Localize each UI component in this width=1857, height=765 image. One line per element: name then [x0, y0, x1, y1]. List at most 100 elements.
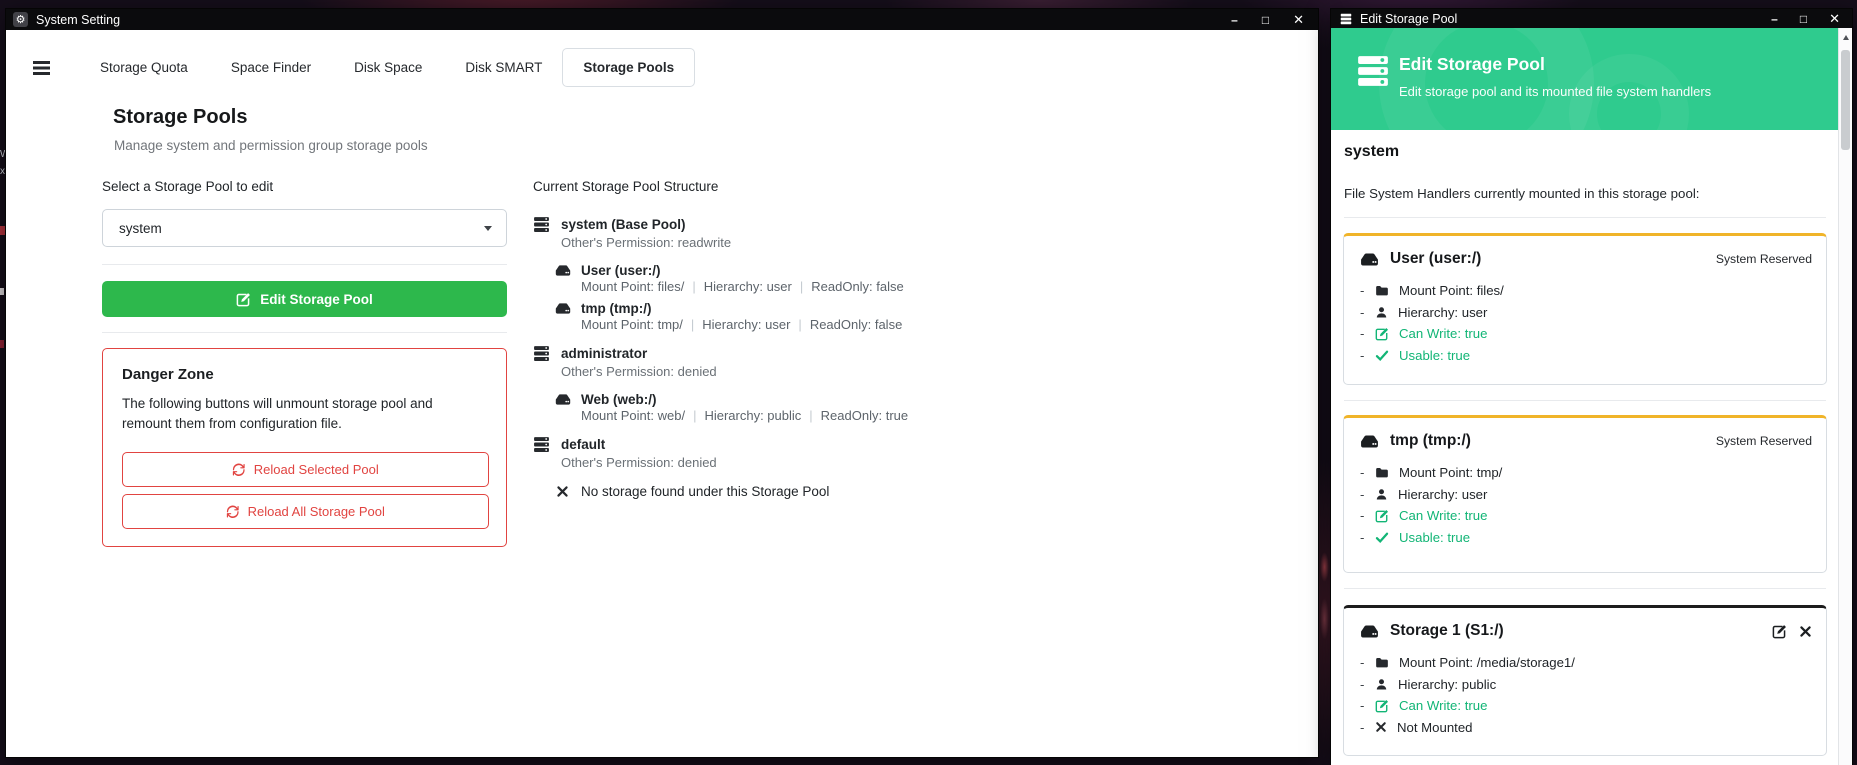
user-icon	[1375, 306, 1388, 319]
handler-mount-point: Mount Point: tmp/	[1360, 462, 1826, 484]
desktop-icon-fragment	[0, 340, 4, 348]
divider	[102, 332, 507, 333]
danger-zone-description: The following buttons will unmount stora…	[122, 394, 474, 434]
hard-drive-icon	[555, 302, 571, 315]
tab-disk-space[interactable]: Disk Space	[354, 60, 422, 75]
tab-storage-quota[interactable]: Storage Quota	[100, 60, 188, 75]
page-title: Storage Pools	[113, 106, 247, 129]
folder-icon	[1375, 466, 1389, 479]
edit-icon	[1375, 699, 1389, 713]
handler-mount-point: Mount Point: /media/storage1/	[1360, 652, 1826, 674]
handler-card-user: User (user:/) System Reserved Mount Poin…	[1343, 233, 1827, 385]
scrollbar[interactable]	[1838, 28, 1852, 765]
x-icon	[556, 485, 569, 498]
storage-readonly: ReadOnly: false	[810, 317, 903, 332]
storage-name: tmp (tmp:/)	[581, 301, 651, 316]
menu-icon[interactable]	[33, 61, 50, 63]
storage-hierarchy: Hierarchy: user	[704, 279, 812, 294]
hard-drive-icon	[1360, 434, 1379, 449]
select-pool-label: Select a Storage Pool to edit	[102, 179, 273, 194]
minimize-button[interactable]: –	[1771, 13, 1778, 25]
tab-bar: Storage Quota Space Finder Disk Space Di…	[6, 30, 1318, 94]
storage-mount-point: Mount Point: web/	[581, 408, 704, 423]
handler-card-tmp: tmp (tmp:/) System Reserved Mount Point:…	[1343, 415, 1827, 573]
scroll-up-icon[interactable]	[1843, 35, 1849, 40]
folder-icon	[1375, 656, 1389, 669]
banner-decoration	[1379, 28, 1594, 130]
page-subtitle: Manage system and permission group stora…	[114, 138, 428, 153]
divider	[1344, 400, 1826, 401]
user-icon	[1375, 488, 1388, 501]
reload-selected-pool-button[interactable]: Reload Selected Pool	[122, 452, 489, 487]
gear-icon: ⚙	[13, 12, 28, 27]
storage-mount-point: Mount Point: tmp/	[581, 317, 702, 332]
user-icon	[1375, 678, 1388, 691]
handler-can-write: Can Write: true	[1360, 505, 1826, 527]
window-title: System Setting	[36, 13, 120, 27]
danger-zone-title: Danger Zone	[122, 366, 214, 383]
system-reserved-badge: System Reserved	[1716, 434, 1812, 448]
handler-name: tmp (tmp:/)	[1390, 432, 1471, 450]
storage-hierarchy: Hierarchy: user	[702, 317, 810, 332]
pool-permission: Other's Permission: readwrite	[561, 235, 1093, 250]
pool-name: administrator	[561, 346, 647, 361]
hard-drive-icon	[1360, 624, 1379, 639]
check-icon	[1375, 349, 1389, 362]
refresh-icon	[232, 463, 246, 477]
storage-name: Web (web:/)	[581, 392, 657, 407]
storage-readonly: ReadOnly: false	[811, 279, 904, 294]
edit-handler-icon[interactable]	[1772, 624, 1787, 639]
pool-select-dropdown[interactable]: system	[102, 209, 507, 247]
tab-storage-pools[interactable]: Storage Pools	[562, 48, 695, 87]
banner-subtitle: Edit storage pool and its mounted file s…	[1399, 84, 1711, 99]
pool-node-default: default Other's Permission: denied No st…	[533, 436, 1093, 499]
reload-all-storage-pool-label: Reload All Storage Pool	[248, 504, 385, 519]
handler-not-mounted: Not Mounted	[1360, 717, 1826, 739]
handler-hierarchy: Hierarchy: user	[1360, 484, 1826, 506]
pool-node-administrator: administrator Other's Permission: denied…	[533, 345, 1093, 423]
reload-selected-pool-label: Reload Selected Pool	[254, 462, 379, 477]
desktop-icon-fragment	[0, 226, 5, 235]
divider	[102, 264, 507, 265]
edit-storage-pool-button[interactable]: Edit Storage Pool	[102, 281, 507, 317]
chevron-down-icon	[484, 226, 492, 231]
system-setting-window: ⚙ System Setting – □ ✕ Storage Quota Spa…	[6, 9, 1318, 757]
pool-permission: Other's Permission: denied	[561, 455, 1093, 470]
pool-name: default	[561, 437, 605, 452]
pool-name: system (Base Pool)	[561, 217, 686, 232]
handler-hierarchy: Hierarchy: user	[1360, 302, 1826, 324]
hard-drive-icon	[1360, 252, 1379, 267]
server-icon	[1340, 13, 1352, 25]
server-icon	[1356, 54, 1390, 88]
handlers-description: File System Handlers currently mounted i…	[1344, 186, 1699, 201]
close-button[interactable]: ✕	[1293, 14, 1304, 26]
wallpaper-speckle	[1320, 552, 1329, 582]
system-setting-titlebar: ⚙ System Setting – □ ✕	[6, 9, 1318, 30]
desktop-icon-fragment	[0, 288, 4, 295]
tab-disk-smart[interactable]: Disk SMART	[465, 60, 542, 75]
remove-handler-icon[interactable]	[1799, 625, 1812, 638]
handler-name: User (user:/)	[1390, 250, 1481, 268]
divider	[1344, 588, 1826, 589]
reload-all-storage-pool-button[interactable]: Reload All Storage Pool	[122, 494, 489, 529]
maximize-button[interactable]: □	[1800, 13, 1807, 25]
minimize-button[interactable]: –	[1231, 14, 1238, 26]
edit-storage-pool-label: Edit Storage Pool	[260, 292, 373, 307]
storage-readonly: ReadOnly: true	[821, 408, 908, 423]
x-icon	[1375, 721, 1387, 733]
edit-icon	[1375, 327, 1389, 341]
storage-node-web: Web (web:/) Mount Point: web/Hierarchy: …	[555, 392, 1093, 423]
selected-pool-name: system	[1344, 143, 1399, 161]
check-icon	[1375, 531, 1389, 544]
storage-node-user: User (user:/) Mount Point: files/Hierarc…	[555, 263, 1093, 294]
pool-node-system: system (Base Pool) Other's Permission: r…	[533, 216, 1093, 332]
maximize-button[interactable]: □	[1262, 14, 1269, 26]
storage-name: User (user:/)	[581, 263, 661, 278]
handler-can-write: Can Write: true	[1360, 323, 1826, 345]
divider	[1344, 217, 1826, 218]
close-button[interactable]: ✕	[1829, 13, 1840, 25]
edit-storage-pool-banner: Edit Storage Pool Edit storage pool and …	[1331, 28, 1838, 130]
tab-space-finder[interactable]: Space Finder	[231, 60, 311, 75]
storage-mount-point: Mount Point: files/	[581, 279, 704, 294]
scrollbar-thumb[interactable]	[1841, 50, 1850, 150]
